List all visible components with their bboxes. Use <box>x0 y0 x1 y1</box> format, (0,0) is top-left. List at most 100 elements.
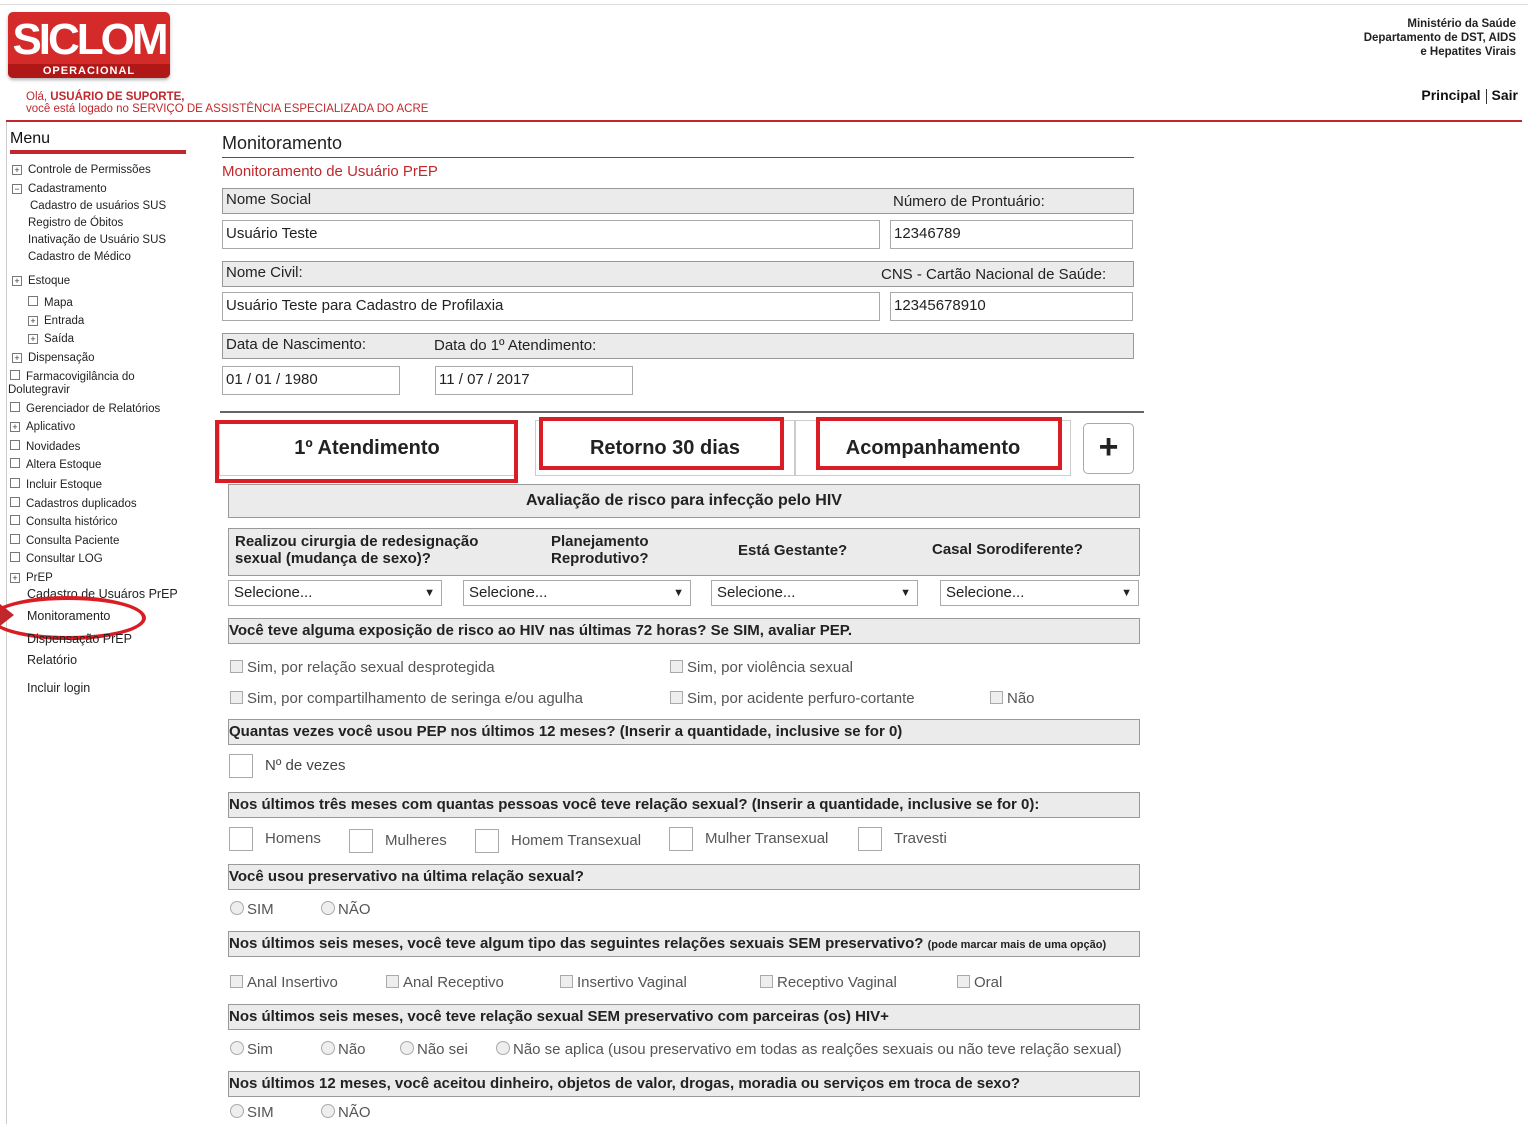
radio[interactable] <box>230 1041 244 1055</box>
travesti-input[interactable] <box>858 827 882 851</box>
sidebar-item-registro-obitos[interactable]: Registro de Óbitos <box>28 217 123 229</box>
sidebar-item-aplicativo[interactable]: + Aplicativo <box>10 421 75 433</box>
nome-civil-input[interactable]: Usuário Teste para Cadastro de Profilaxi… <box>222 292 880 321</box>
preservativo-nao[interactable]: NÃO <box>321 901 371 918</box>
dinheiro-nao[interactable]: NÃO <box>321 1104 371 1121</box>
checkbox[interactable] <box>957 975 970 988</box>
nascimento-input[interactable]: 01 / 01 / 1980 <box>222 366 400 395</box>
checkbox-icon[interactable] <box>10 458 20 468</box>
checkbox-icon[interactable] <box>10 515 20 525</box>
checkbox[interactable] <box>230 975 243 988</box>
sidebar-item-estoque[interactable]: + Estoque <box>12 275 70 287</box>
sidebar-item-dolutegravir[interactable]: Dolutegravir <box>8 384 70 396</box>
relacoes-receptivo-vaginal[interactable]: Receptivo Vaginal <box>760 974 897 991</box>
principal-link[interactable]: Principal <box>1421 87 1480 103</box>
radio[interactable] <box>230 1104 244 1118</box>
sidebar-item-cadastros-duplicados[interactable]: Cadastros duplicados <box>10 497 137 510</box>
hiv-sim[interactable]: Sim <box>230 1041 273 1058</box>
expand-icon[interactable]: + <box>12 165 22 175</box>
radio[interactable] <box>496 1041 510 1055</box>
sidebar-item-inativacao-usuario[interactable]: Inativação de Usuário SUS <box>28 234 166 246</box>
sidebar-item-cadastro-usuarios-sus[interactable]: Cadastro de usuários SUS <box>30 200 166 212</box>
sidebar-item-incluir-estoque[interactable]: Incluir Estoque <box>10 478 102 491</box>
dinheiro-sim[interactable]: SIM <box>230 1104 274 1121</box>
checkbox[interactable] <box>230 660 243 673</box>
sidebar-item-relatorio[interactable]: Relatório <box>27 653 77 667</box>
checkbox-icon[interactable] <box>28 296 38 306</box>
radio[interactable] <box>400 1041 414 1055</box>
exp-opt-violencia[interactable]: Sim, por violência sexual <box>670 659 853 676</box>
radio[interactable] <box>321 1041 335 1055</box>
sidebar-item-incluir-login[interactable]: Incluir login <box>27 681 90 695</box>
exp-opt-acidente[interactable]: Sim, por acidente perfuro-cortante <box>670 690 915 707</box>
checkbox[interactable] <box>386 975 399 988</box>
siclom-logo[interactable]: SICLOM OPERACIONAL <box>8 12 170 78</box>
exp-opt-seringa[interactable]: Sim, por compartilhamento de seringa e/o… <box>230 690 583 707</box>
sidebar-item-mapa[interactable]: Mapa <box>28 296 73 309</box>
exp-opt-relacao[interactable]: Sim, por relação sexual desprotegida <box>230 659 495 676</box>
sidebar-item-consulta-historico[interactable]: Consulta histórico <box>10 515 117 528</box>
cirurgia-select[interactable]: Selecione... ▼ <box>228 580 442 606</box>
sidebar-item-consultar-log[interactable]: Consultar LOG <box>10 552 103 565</box>
checkbox[interactable] <box>560 975 573 988</box>
planejamento-select[interactable]: Selecione... ▼ <box>463 580 691 606</box>
checkbox[interactable] <box>230 691 243 704</box>
homem-trans-input[interactable] <box>475 829 499 853</box>
preservativo-sim[interactable]: SIM <box>230 901 274 918</box>
expand-icon[interactable]: + <box>12 276 22 286</box>
checkbox[interactable] <box>990 691 1003 704</box>
sidebar-item-cadastro-medico[interactable]: Cadastro de Médico <box>28 251 131 263</box>
exp-opt-nao[interactable]: Não <box>990 690 1035 707</box>
expand-icon[interactable]: + <box>10 422 20 432</box>
checkbox[interactable] <box>760 975 773 988</box>
checkbox-icon[interactable] <box>10 534 20 544</box>
mulher-trans-input[interactable] <box>669 827 693 851</box>
relacoes-anal-receptivo[interactable]: Anal Receptivo <box>386 974 504 991</box>
sidebar-item-prep[interactable]: + PrEP <box>10 572 53 584</box>
checkbox-icon[interactable] <box>10 402 20 412</box>
hiv-nao-sei[interactable]: Não sei <box>400 1041 468 1058</box>
homens-input[interactable] <box>229 827 253 851</box>
expand-icon[interactable]: + <box>28 334 38 344</box>
relacoes-oral[interactable]: Oral <box>957 974 1002 991</box>
sidebar-item-saida[interactable]: + Saída <box>28 333 74 345</box>
sidebar-item-farmacovigilancia[interactable]: Farmacovigilância do <box>10 370 135 383</box>
radio[interactable] <box>230 901 244 915</box>
relacoes-insertivo-vaginal[interactable]: Insertivo Vaginal <box>560 974 687 991</box>
sidebar-item-cadastramento[interactable]: − Cadastramento <box>12 183 107 195</box>
sair-link[interactable]: Sair <box>1492 87 1518 103</box>
expand-icon[interactable]: + <box>10 573 20 583</box>
prontuario-input[interactable]: 12346789 <box>890 220 1133 249</box>
add-tab-button[interactable]: + <box>1083 423 1134 474</box>
pep-count-input[interactable] <box>229 754 253 778</box>
hiv-nao-se-aplica[interactable]: Não se aplica (usou preservativo em toda… <box>496 1041 1122 1058</box>
expand-icon[interactable]: + <box>28 316 38 326</box>
checkbox-icon[interactable] <box>10 497 20 507</box>
sidebar-item-entrada[interactable]: + Entrada <box>28 315 84 327</box>
sidebar-item-altera-estoque[interactable]: Altera Estoque <box>10 458 101 471</box>
nome-social-input[interactable]: Usuário Teste <box>222 220 880 249</box>
casal-select[interactable]: Selecione... ▼ <box>940 580 1139 606</box>
relacoes-anal-insertivo[interactable]: Anal Insertivo <box>230 974 338 991</box>
sidebar-item-dispensacao[interactable]: + Dispensação <box>12 352 94 364</box>
sidebar-item-monitoramento[interactable]: Monitoramento <box>27 609 110 623</box>
checkbox-icon[interactable] <box>10 370 20 380</box>
checkbox[interactable] <box>670 660 683 673</box>
collapse-icon[interactable]: − <box>12 184 22 194</box>
sidebar-item-dispensacao-prep[interactable]: Dispensação PrEP <box>27 632 132 646</box>
hiv-nao[interactable]: Não <box>321 1041 366 1058</box>
checkbox-icon[interactable] <box>10 552 20 562</box>
checkbox-icon[interactable] <box>10 440 20 450</box>
checkbox-icon[interactable] <box>10 478 20 488</box>
sidebar-item-controle-permissoes[interactable]: + Controle de Permissões <box>12 164 151 176</box>
cns-input[interactable]: 12345678910 <box>890 292 1133 321</box>
sidebar-item-gerenciador-relatorios[interactable]: Gerenciador de Relatórios <box>10 402 160 415</box>
sidebar-item-novidades[interactable]: Novidades <box>10 440 80 453</box>
atendimento-input[interactable]: 11 / 07 / 2017 <box>435 366 633 395</box>
checkbox[interactable] <box>670 691 683 704</box>
radio[interactable] <box>321 1104 335 1118</box>
sidebar-item-consulta-paciente[interactable]: Consulta Paciente <box>10 534 119 547</box>
mulheres-input[interactable] <box>349 829 373 853</box>
gestante-select[interactable]: Selecione... ▼ <box>711 580 918 606</box>
expand-icon[interactable]: + <box>12 353 22 363</box>
